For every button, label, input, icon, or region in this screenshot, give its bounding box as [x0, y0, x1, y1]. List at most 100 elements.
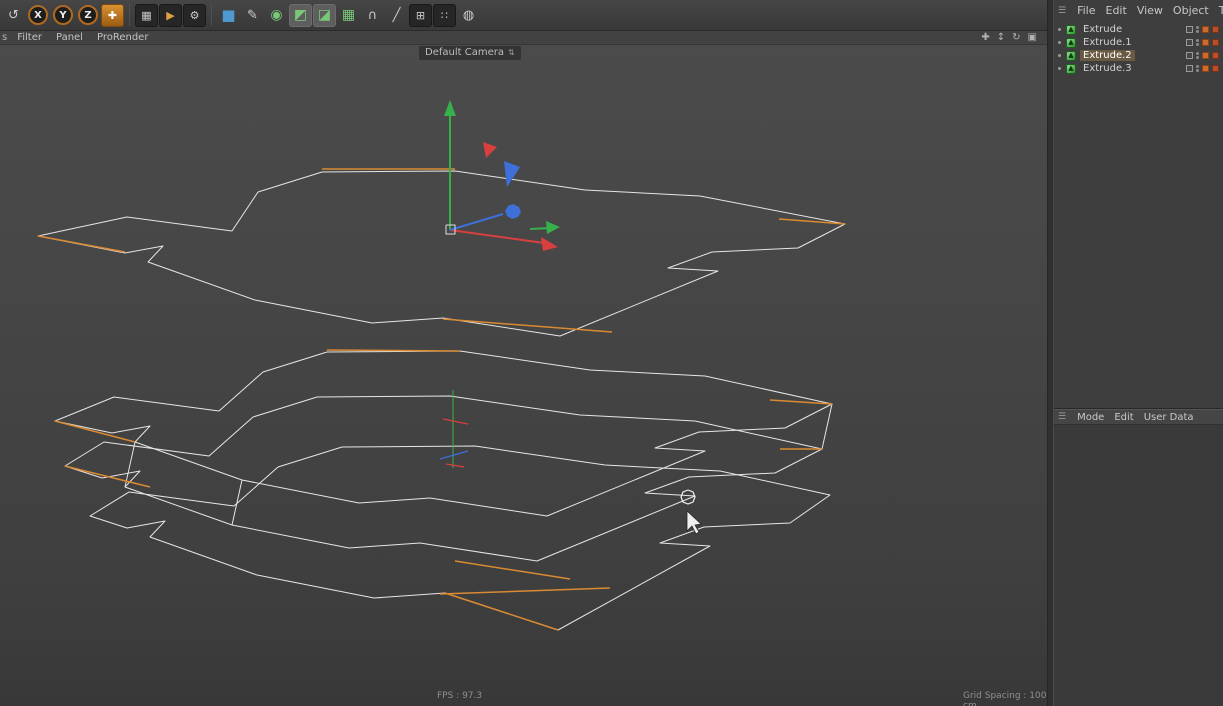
right-region: ☰ File Edit View Object Tags Bookm ▲ Ext…: [1054, 0, 1223, 706]
extrude-object-icon: ▲: [1066, 38, 1076, 48]
object-list: ▲ Extrude ▲ Extrude.1: [1054, 21, 1223, 408]
object-row[interactable]: ▲ Extrude: [1054, 23, 1223, 36]
tag-icon-orange[interactable]: [1202, 26, 1209, 33]
enable-checkbox-icon[interactable]: [1186, 26, 1193, 33]
array-table-button[interactable]: ⊞: [409, 4, 432, 27]
tag-icon-red[interactable]: [1212, 39, 1219, 46]
lathe-generator-icon: ◪: [318, 8, 331, 22]
icon-palette-button[interactable]: ∷: [433, 4, 456, 27]
dots-icon: ∷: [441, 10, 448, 21]
object-row-toggles: [1186, 52, 1221, 59]
object-name[interactable]: Extrude.1: [1080, 37, 1135, 48]
attribute-manager-menubar: ☰ Mode Edit User Data: [1054, 409, 1223, 425]
om-menu-edit[interactable]: Edit: [1101, 4, 1132, 17]
om-menu-file[interactable]: File: [1072, 4, 1100, 17]
tag-icon-red[interactable]: [1212, 65, 1219, 72]
tag-icon-orange[interactable]: [1202, 52, 1209, 59]
visibility-dots-icon[interactable]: [1196, 52, 1199, 59]
add-cube-button[interactable]: ■: [217, 4, 240, 27]
am-menu-edit[interactable]: Edit: [1109, 412, 1138, 423]
extrude-object-icon: ▲: [1066, 64, 1076, 74]
table-icon: ⊞: [416, 10, 425, 21]
om-menu-tags[interactable]: Tags: [1214, 4, 1223, 17]
generator-lathe-button[interactable]: ◪: [313, 4, 336, 27]
object-name[interactable]: Extrude: [1080, 24, 1125, 35]
camera-selector[interactable]: Default Camera ⇅: [419, 46, 521, 60]
om-menu-view[interactable]: View: [1132, 4, 1168, 17]
enable-checkbox-icon[interactable]: [1186, 39, 1193, 46]
cube-icon: ■: [221, 8, 235, 23]
lock-z-label: Z: [84, 10, 91, 21]
lock-y-label: Y: [59, 10, 66, 21]
coordinate-system-icon: ✚: [108, 10, 117, 21]
lock-z-button[interactable]: Z: [78, 5, 98, 25]
app-window: ↺ X Y Z ✚ ▦ ▶ ⚙ ■ ✎ ◉ ◩ ◪ ▦ ∩ ╱ ⊞ ∷ ◍ s …: [0, 0, 1223, 706]
undo-icon: ↺: [8, 9, 19, 22]
object-row[interactable]: ▲ Extrude.3: [1054, 62, 1223, 75]
expand-dot-icon[interactable]: [1058, 28, 1061, 31]
coordinate-system-button[interactable]: ✚: [101, 4, 124, 27]
measure-button[interactable]: ╱: [385, 4, 408, 27]
visibility-dots-icon[interactable]: [1196, 26, 1199, 33]
panel-divider[interactable]: [1047, 0, 1054, 706]
viewport-menubar: s Filter Panel ProRender ✚ ↕ ↻ ▣: [0, 31, 1047, 45]
am-menu-mode[interactable]: Mode: [1072, 412, 1109, 423]
array-generator-icon: ▦: [342, 8, 355, 22]
snap-icon: ∩: [368, 9, 378, 22]
render-view-button[interactable]: ▦: [135, 4, 158, 27]
object-name[interactable]: Extrude.2: [1080, 50, 1135, 61]
hamburger-icon[interactable]: ☰: [1058, 412, 1066, 422]
dolly-icon[interactable]: ↕: [997, 32, 1005, 43]
visibility-dots-icon[interactable]: [1196, 39, 1199, 46]
spline-pen-button[interactable]: ✎: [241, 4, 264, 27]
generator-array-button[interactable]: ▦: [337, 4, 360, 27]
grid-spacing-readout: Grid Spacing : 100 cm: [963, 691, 1047, 706]
attribute-manager: ☰ Mode Edit User Data: [1054, 409, 1223, 706]
lock-x-button[interactable]: X: [28, 5, 48, 25]
expand-dot-icon[interactable]: [1058, 54, 1061, 57]
viewport-nav-icons: ✚ ↕ ↻ ▣: [981, 32, 1047, 43]
clipped-menu-item[interactable]: s: [2, 32, 10, 43]
render-view-icon: ▦: [141, 10, 151, 21]
tag-icon-red[interactable]: [1212, 26, 1219, 33]
render-picture-viewer-button[interactable]: ▶: [159, 4, 182, 27]
object-name[interactable]: Extrude.3: [1080, 63, 1135, 74]
object-row-toggles: [1186, 39, 1221, 46]
fps-readout: FPS : 97.3: [437, 691, 482, 701]
menu-panel[interactable]: Panel: [49, 32, 90, 43]
am-menu-user-data[interactable]: User Data: [1139, 412, 1199, 423]
render-settings-button[interactable]: ⚙: [183, 4, 206, 27]
generator-extrude-button[interactable]: ◩: [289, 4, 312, 27]
extrude-object-icon: ▲: [1066, 51, 1076, 61]
object-row-selected[interactable]: ▲ Extrude.2: [1054, 49, 1223, 62]
rotate-icon[interactable]: ↻: [1012, 32, 1020, 43]
object-manager-menubar: ☰ File Edit View Object Tags Bookm: [1054, 0, 1223, 21]
menu-filter[interactable]: Filter: [10, 32, 49, 43]
enable-checkbox-icon[interactable]: [1186, 65, 1193, 72]
viewport[interactable]: [0, 45, 1047, 706]
pan-icon[interactable]: ✚: [981, 32, 989, 43]
tag-icon-orange[interactable]: [1202, 39, 1209, 46]
menu-prorender[interactable]: ProRender: [90, 32, 155, 43]
toolbar-separator: [129, 4, 130, 26]
attribute-manager-body: [1054, 425, 1223, 706]
lock-x-label: X: [34, 10, 42, 21]
pen-icon: ✎: [247, 9, 258, 22]
light-button[interactable]: ◍: [457, 4, 480, 27]
snap-button[interactable]: ∩: [361, 4, 384, 27]
lock-y-button[interactable]: Y: [53, 5, 73, 25]
expand-dot-icon[interactable]: [1058, 41, 1061, 44]
object-row-toggles: [1186, 26, 1221, 33]
om-menu-object[interactable]: Object: [1168, 4, 1214, 17]
toggle-view-icon[interactable]: ▣: [1028, 32, 1037, 43]
tag-icon-red[interactable]: [1212, 52, 1219, 59]
gear-icon: ⚙: [190, 10, 200, 21]
visibility-dots-icon[interactable]: [1196, 65, 1199, 72]
expand-dot-icon[interactable]: [1058, 67, 1061, 70]
hamburger-icon[interactable]: ☰: [1058, 6, 1066, 16]
tag-icon-orange[interactable]: [1202, 65, 1209, 72]
object-row[interactable]: ▲ Extrude.1: [1054, 36, 1223, 49]
undo-button[interactable]: ↺: [2, 4, 25, 27]
subdivision-surface-button[interactable]: ◉: [265, 4, 288, 27]
enable-checkbox-icon[interactable]: [1186, 52, 1193, 59]
